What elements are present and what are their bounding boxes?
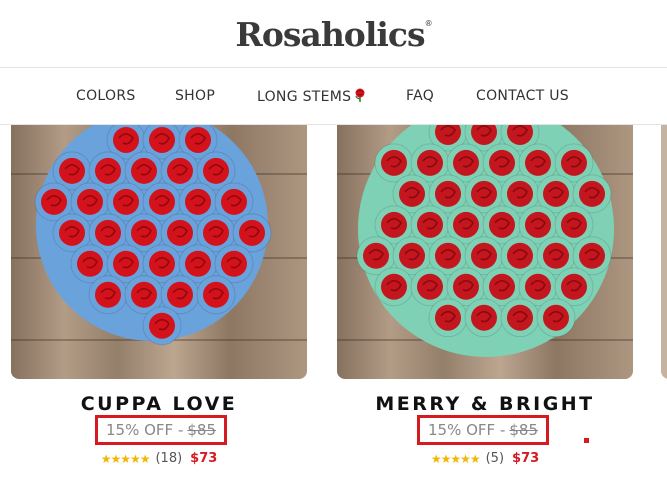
main-nav: COLORS SHOP LONG STEMS FAQ CONTACT US: [0, 68, 667, 125]
rose-bloom: [536, 298, 576, 338]
product-title[interactable]: CUPPA LOVE: [11, 393, 307, 415]
product-card[interactable]: CUPPA LOVE 15% OFF - $85 ★★★★★ (18) $73: [11, 125, 307, 466]
rating-row: ★★★★★ (5) $73: [337, 451, 633, 466]
product-card[interactable]: MERRY & BRIGHT 15% OFF - $85 ★★★★★ (5) $7…: [337, 125, 633, 466]
rose-bloom: [500, 298, 540, 338]
bouquet-graphic: [34, 125, 272, 346]
discount-label: 15% OFF -: [428, 421, 506, 439]
nav-item-colors[interactable]: COLORS: [76, 88, 136, 104]
product-card-partial[interactable]: [661, 125, 667, 379]
nav-item-faq[interactable]: FAQ: [406, 88, 434, 104]
rose-bloom: [428, 298, 468, 338]
nav-item-label: FAQ: [406, 88, 435, 104]
registered-mark: ®: [424, 19, 433, 28]
product-grid: CUPPA LOVE 15% OFF - $85 ★★★★★ (18) $73 M…: [0, 125, 667, 484]
review-count: (18): [155, 451, 183, 466]
brand-logo[interactable]: Rosaholics®: [235, 15, 433, 54]
product-image[interactable]: [11, 125, 307, 379]
original-price: $85: [187, 421, 216, 439]
red-marker: [584, 438, 589, 443]
nav-item-label: CONTACT US: [476, 88, 569, 104]
star-rating-icon: ★★★★★: [430, 451, 481, 466]
review-count: (5): [485, 451, 505, 466]
bouquet-graphic: [356, 125, 614, 357]
logo-text: Rosaholics: [235, 15, 425, 54]
nav-item-shop[interactable]: SHOP: [175, 88, 215, 104]
nav-item-long-stems[interactable]: LONG STEMS: [257, 88, 366, 107]
rose-bloom: [88, 275, 128, 315]
nav-item-label: COLORS: [76, 88, 136, 104]
site-header: Rosaholics®: [0, 0, 667, 68]
rose-bloom: [142, 306, 182, 346]
rose-bloom: [374, 267, 414, 307]
original-price: $85: [509, 421, 538, 439]
nav-item-label: SHOP: [175, 88, 216, 104]
nav-item-label: LONG STEMS: [257, 89, 352, 105]
rose-bloom: [464, 298, 504, 338]
star-rating-icon: ★★★★★: [100, 451, 151, 466]
discount-badge: 15% OFF - $85: [95, 415, 227, 445]
sale-price: $73: [512, 451, 540, 466]
rating-row: ★★★★★ (18) $73: [11, 451, 307, 466]
nav-item-contact-us[interactable]: CONTACT US: [476, 88, 569, 104]
discount-label: 15% OFF -: [106, 421, 184, 439]
product-image[interactable]: [337, 125, 633, 379]
product-title[interactable]: MERRY & BRIGHT: [337, 393, 633, 415]
rose-icon: [354, 88, 366, 107]
sale-price: $73: [190, 451, 218, 466]
rose-bloom: [196, 275, 236, 315]
discount-badge: 15% OFF - $85: [417, 415, 549, 445]
